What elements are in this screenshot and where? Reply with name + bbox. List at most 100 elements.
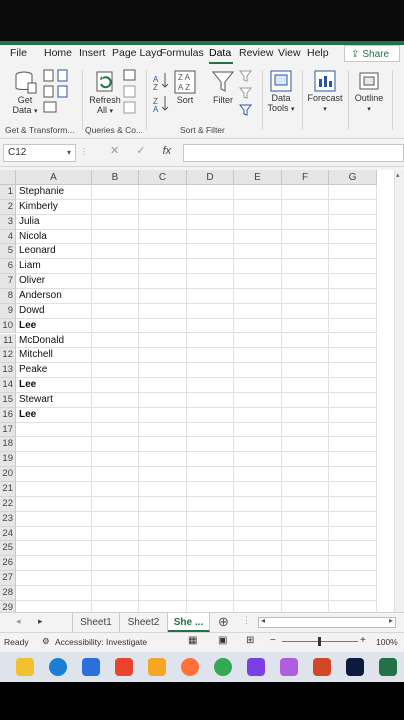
- cell[interactable]: Liam: [16, 259, 92, 275]
- excel-icon[interactable]: [379, 658, 397, 676]
- cell[interactable]: [282, 541, 329, 557]
- cell[interactable]: [139, 214, 187, 230]
- cell[interactable]: [329, 422, 377, 438]
- cell[interactable]: [139, 482, 187, 497]
- formula-input[interactable]: [183, 144, 404, 162]
- firefox-icon[interactable]: [181, 658, 199, 676]
- cell[interactable]: [16, 467, 92, 482]
- cell[interactable]: [282, 318, 329, 334]
- column-header-f[interactable]: F: [282, 170, 329, 185]
- tab-view[interactable]: View: [278, 47, 301, 59]
- cell[interactable]: [282, 214, 329, 230]
- row-header[interactable]: 16: [0, 407, 16, 423]
- cell[interactable]: [234, 259, 282, 275]
- row-header[interactable]: 17: [0, 422, 16, 438]
- tab-insert[interactable]: Insert: [79, 47, 105, 59]
- cell[interactable]: [92, 422, 139, 438]
- cell[interactable]: [282, 437, 329, 453]
- cell[interactable]: [187, 407, 234, 423]
- cell[interactable]: [234, 303, 282, 319]
- sort-button[interactable]: Z A A Z Sort: [172, 69, 198, 105]
- cell[interactable]: [139, 422, 187, 438]
- cell[interactable]: [234, 541, 282, 557]
- cell[interactable]: Oliver: [16, 274, 92, 289]
- cell[interactable]: [187, 422, 234, 438]
- cell[interactable]: [187, 571, 234, 586]
- cell[interactable]: [92, 378, 139, 393]
- vertical-scrollbar[interactable]: ▴: [394, 170, 404, 612]
- share-button[interactable]: ⇪ Share: [344, 45, 400, 62]
- cell[interactable]: [92, 303, 139, 319]
- cell[interactable]: [187, 274, 234, 289]
- cell[interactable]: [92, 348, 139, 364]
- cell[interactable]: [282, 392, 329, 408]
- cancel-icon[interactable]: ✕: [110, 145, 119, 157]
- cell[interactable]: [234, 288, 282, 304]
- cell[interactable]: [329, 185, 377, 200]
- store-icon[interactable]: [82, 658, 100, 676]
- column-header-g[interactable]: G: [329, 170, 377, 185]
- cell[interactable]: [282, 585, 329, 601]
- cell[interactable]: [139, 274, 187, 289]
- cell[interactable]: [329, 392, 377, 408]
- cell[interactable]: [92, 437, 139, 453]
- cell[interactable]: [234, 363, 282, 379]
- queries-small-icons[interactable]: [122, 68, 138, 116]
- row-header[interactable]: 13: [0, 363, 16, 379]
- row-header[interactable]: 1: [0, 185, 16, 200]
- cell[interactable]: [16, 482, 92, 497]
- cell[interactable]: [329, 496, 377, 512]
- cell[interactable]: [282, 511, 329, 527]
- cell[interactable]: [92, 363, 139, 379]
- cell[interactable]: [234, 437, 282, 453]
- cell[interactable]: [139, 229, 187, 245]
- cell[interactable]: [282, 407, 329, 423]
- cell[interactable]: [234, 585, 282, 601]
- row-header[interactable]: 4: [0, 229, 16, 245]
- cell[interactable]: [282, 288, 329, 304]
- select-all-corner[interactable]: [0, 170, 16, 185]
- sheet-tab-sheet2[interactable]: Sheet2: [120, 613, 168, 632]
- cell[interactable]: [187, 511, 234, 527]
- next-sheet-icon[interactable]: ▸: [38, 616, 43, 627]
- cell[interactable]: [187, 303, 234, 319]
- cell[interactable]: [234, 467, 282, 482]
- cell[interactable]: [187, 467, 234, 482]
- cell[interactable]: Stephanie: [16, 185, 92, 200]
- row-header[interactable]: 21: [0, 482, 16, 497]
- cell[interactable]: [187, 452, 234, 468]
- cell[interactable]: [234, 214, 282, 230]
- cell[interactable]: [92, 585, 139, 601]
- cell[interactable]: [16, 511, 92, 527]
- cell[interactable]: [329, 511, 377, 527]
- zoom-slider[interactable]: [282, 637, 358, 646]
- cell[interactable]: McDonald: [16, 333, 92, 349]
- cell[interactable]: [139, 407, 187, 423]
- cell[interactable]: [139, 511, 187, 527]
- page-layout-view-icon[interactable]: ▣: [218, 635, 227, 646]
- scroll-up-icon[interactable]: ▴: [396, 171, 400, 179]
- normal-view-icon[interactable]: ▦: [188, 635, 197, 646]
- cell[interactable]: [187, 288, 234, 304]
- row-header[interactable]: 6: [0, 259, 16, 275]
- cell[interactable]: [92, 259, 139, 275]
- cell[interactable]: [92, 496, 139, 512]
- scroll-left-icon[interactable]: ◂: [261, 616, 265, 625]
- cell[interactable]: [16, 496, 92, 512]
- cell[interactable]: [282, 496, 329, 512]
- forecast-button[interactable]: Forecast ▾: [304, 69, 346, 113]
- cell[interactable]: Anderson: [16, 288, 92, 304]
- cell[interactable]: [234, 571, 282, 586]
- cell[interactable]: [187, 526, 234, 542]
- row-header[interactable]: 23: [0, 511, 16, 527]
- cell[interactable]: [16, 585, 92, 601]
- cell[interactable]: [329, 199, 377, 215]
- get-transform-small-icons[interactable]: [42, 68, 72, 116]
- cell[interactable]: [329, 585, 377, 601]
- cell[interactable]: Julia: [16, 214, 92, 230]
- name-box[interactable]: C12 ▾: [3, 144, 76, 162]
- cell[interactable]: [92, 526, 139, 542]
- row-header[interactable]: 28: [0, 585, 16, 601]
- cell[interactable]: [92, 467, 139, 482]
- cell[interactable]: [187, 185, 234, 200]
